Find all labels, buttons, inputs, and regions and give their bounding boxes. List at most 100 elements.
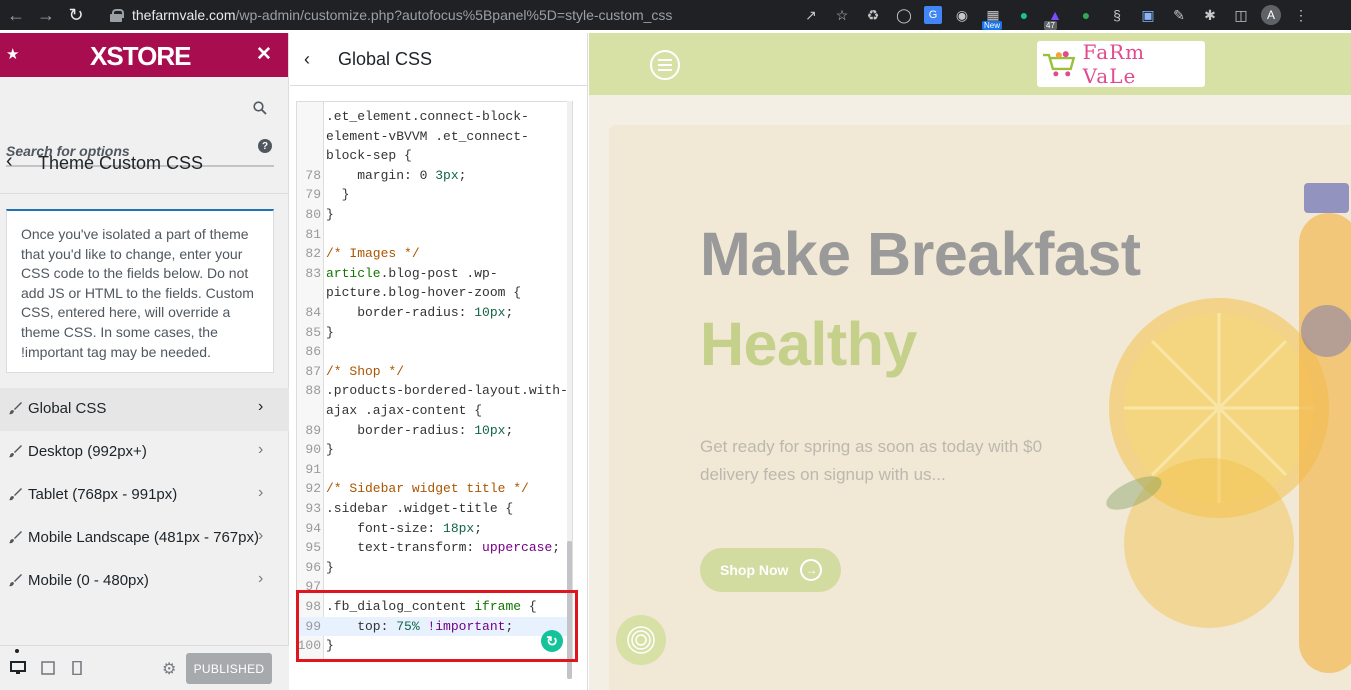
code-line[interactable]: 97 (297, 577, 572, 597)
line-number: 87 (305, 363, 321, 379)
code-line[interactable]: 91 (297, 460, 572, 480)
brush-icon (9, 574, 22, 587)
site-logo[interactable]: FaRm VaLe (1037, 40, 1205, 88)
code-line[interactable]: 90} (297, 440, 572, 460)
reload-icon[interactable]: ↻ (62, 1, 90, 29)
recycle-icon[interactable]: ♻ (862, 4, 884, 26)
code-line[interactable]: 86 (297, 342, 572, 362)
back-chevron-icon[interactable]: ‹ (304, 49, 310, 70)
scrollbar-thumb[interactable] (567, 541, 572, 679)
code-text: } (326, 324, 334, 340)
share-icon[interactable]: ↗ (800, 4, 822, 26)
sidebar-toggle-icon[interactable]: ◫ (1230, 4, 1252, 26)
pin-icon[interactable]: ★ (6, 45, 19, 63)
code-line[interactable]: 93 .sidebar .widget-title { (297, 499, 572, 519)
brush-icon (9, 531, 22, 544)
code-line[interactable]: ajax .ajax-content { (297, 401, 572, 421)
desktop-preview-icon[interactable] (10, 661, 26, 675)
code-line[interactable]: 92 /* Sidebar widget title */ (297, 479, 572, 499)
globe-icon[interactable]: ◯ (893, 4, 915, 26)
close-icon[interactable]: ✕ (256, 43, 272, 66)
editor-scrollbar[interactable] (567, 101, 572, 679)
grammarly-extension-icon[interactable]: ● (1013, 4, 1035, 26)
hamburger-menu-icon[interactable] (650, 50, 680, 80)
code-line[interactable]: 84 border-radius: 10px; (297, 303, 572, 323)
color-extension-icon[interactable]: ● (1075, 4, 1097, 26)
code-line[interactable]: 85} (297, 323, 572, 343)
help-icon[interactable]: ? (258, 139, 272, 153)
nav-item-label: Tablet (768px - 991px) (28, 486, 178, 503)
code-line[interactable]: element-vBVVM .et_connect- (297, 127, 572, 147)
nav-item-tablet[interactable]: Tablet (768px - 991px) › (0, 474, 289, 517)
code-line[interactable]: 96} (297, 558, 572, 578)
chevron-right-icon: › (258, 527, 264, 544)
pen-extension-icon[interactable]: ✎ (1168, 4, 1190, 26)
cart-logo-icon (1042, 51, 1076, 77)
grammarly-icon[interactable]: ↻ (541, 630, 563, 652)
code-line[interactable]: block-sep { (297, 146, 572, 166)
line-number: 89 (305, 422, 321, 438)
nav-item-mobile-landscape[interactable]: Mobile Landscape (481px - 767px) › (0, 517, 289, 560)
new-extension-icon[interactable]: ▦ New (982, 4, 1004, 30)
back-chevron-icon[interactable]: ‹ (6, 150, 13, 173)
code-line[interactable]: 80} (297, 205, 572, 225)
search-icon[interactable] (253, 101, 267, 115)
code-line[interactable]: 95 text-transform: uppercase; (297, 538, 572, 558)
camera-icon[interactable]: ◉ (951, 4, 973, 26)
screen-extension-icon[interactable]: ▣ (1137, 4, 1159, 26)
publish-button[interactable]: PUBLISHED (186, 653, 272, 684)
code-text: font-size: 18px; (326, 520, 483, 536)
code-text: element-vBVVM .et_connect- (326, 128, 529, 144)
line-number: 85 (305, 324, 321, 340)
code-line[interactable]: 100} (297, 636, 572, 656)
nav-item-label: Mobile Landscape (481px - 767px) (28, 529, 259, 546)
url-host: thefarmvale.com (132, 7, 236, 23)
mobile-preview-icon[interactable] (69, 661, 85, 675)
forward-arrow-icon[interactable]: → (32, 1, 60, 29)
editor-title: Global CSS (338, 49, 433, 69)
code-line[interactable]: 83 article.blog-post .wp- (297, 264, 572, 284)
menu-dots-icon[interactable]: ⋮ (1290, 4, 1312, 26)
code-line[interactable]: 82 /* Images */ (297, 244, 572, 264)
code-line[interactable]: 87 /* Shop */ (297, 362, 572, 382)
bookmark-star-icon[interactable]: ☆ (831, 4, 853, 26)
code-text: article.blog-post .wp- (326, 265, 498, 281)
site-header: FaRm VaLe (589, 33, 1351, 95)
code-line[interactable]: .et_element.connect-block- (297, 107, 572, 127)
back-arrow-icon[interactable]: ← (2, 1, 30, 29)
nav-item-desktop[interactable]: Desktop (992px+) › (0, 431, 289, 474)
line-number: 96 (305, 559, 321, 575)
swirl-extension-icon[interactable]: § (1106, 4, 1128, 26)
address-bar[interactable]: thefarmvale.com/wp-admin/customize.php?a… (98, 3, 868, 27)
counter-extension-icon[interactable]: ▲ 47 (1044, 4, 1066, 30)
code-text: } (326, 559, 334, 575)
code-line[interactable]: 88 .products-bordered-layout.with- (297, 381, 572, 401)
hero-description: Get ready for spring as soon as today wi… (700, 437, 1043, 484)
code-line[interactable]: 98 .fb_dialog_content iframe { (297, 597, 572, 617)
shop-now-button[interactable]: Shop Now → (700, 548, 841, 592)
code-line[interactable]: 94 font-size: 18px; (297, 519, 572, 539)
puzzle-icon[interactable]: ✱ (1199, 4, 1221, 26)
profile-avatar[interactable]: A (1261, 5, 1281, 25)
code-line[interactable]: 81 (297, 225, 572, 245)
gear-icon[interactable]: ⚙ (162, 659, 176, 679)
code-text: /* Shop */ (326, 363, 405, 379)
code-text: } (326, 207, 334, 222)
line-number (297, 127, 321, 147)
fingerprint-icon[interactable] (616, 615, 666, 665)
code-line[interactable]: picture.blog-hover-zoom { (297, 283, 572, 303)
nav-item-label: Global CSS (28, 400, 107, 417)
code-line[interactable]: 99 top: 75% !important; (297, 616, 572, 637)
translate-icon[interactable]: G (924, 6, 942, 24)
tablet-preview-icon[interactable] (40, 661, 56, 675)
nav-item-global-css[interactable]: Global CSS › (0, 388, 289, 431)
code-line[interactable]: 78 margin: 0 3px; (297, 166, 572, 186)
nav-item-mobile[interactable]: Mobile (0 - 480px) › (0, 560, 289, 603)
code-line[interactable]: 89 border-radius: 10px; (297, 421, 572, 441)
css-code-editor[interactable]: .et_element.connect-block-element-vBVVM … (296, 101, 573, 661)
hero-title-line2: Healthy (700, 310, 917, 378)
code-text: text-transform: uppercase; (326, 540, 561, 556)
chevron-right-icon: › (258, 484, 264, 501)
line-number: 95 (305, 540, 321, 556)
code-line[interactable]: 79 } (297, 185, 572, 205)
